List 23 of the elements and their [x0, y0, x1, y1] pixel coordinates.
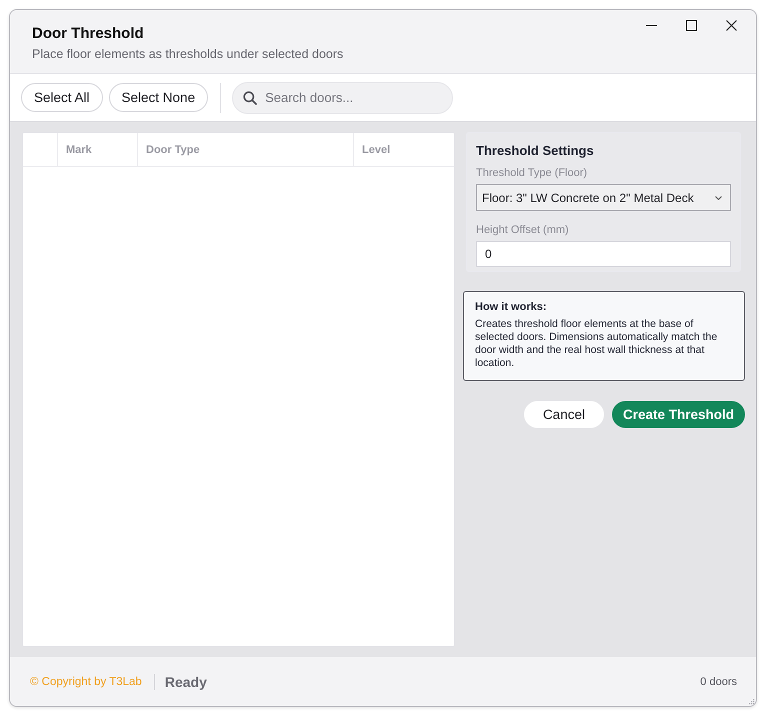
chevron-down-icon	[715, 196, 722, 200]
search-field[interactable]: Search doors...	[232, 82, 454, 114]
create-threshold-button[interactable]: Create Threshold	[612, 401, 745, 428]
resize-grip-icon[interactable]	[749, 699, 755, 705]
status-text: Ready	[164, 674, 207, 690]
select-button[interactable]: Select All	[21, 83, 103, 112]
threshold-type-dropdown[interactable]: Floor: 3" LW Concrete on 2" Metal Deck	[476, 184, 731, 211]
search-icon	[243, 90, 258, 104]
copyright-text: © Copyright by T3Lab	[30, 676, 142, 688]
info-title: How it works:	[475, 301, 548, 313]
field-label: Threshold Type (Floor)	[476, 167, 588, 179]
maximize-icon	[686, 20, 696, 30]
close-icon	[726, 20, 736, 30]
door-count: 0 doors	[700, 676, 737, 688]
field-label: Height Offset (mm)	[476, 224, 570, 236]
minimize-icon	[646, 24, 656, 26]
window-subtitle: Place floor elements as thresholds under selected doors	[32, 46, 344, 62]
settings-title: Threshold Settings	[476, 143, 595, 158]
info-text: Creates threshold floor elements at the base of selected doors. Dimensions automatically match the door width and the real host wall thickness at that location.	[475, 318, 718, 370]
height-offset-input[interactable]: 0	[476, 241, 731, 267]
cancel-button[interactable]: Cancel	[524, 401, 604, 428]
window-title: Door Threshold	[32, 24, 145, 43]
select-button[interactable]: Select None	[108, 83, 208, 112]
